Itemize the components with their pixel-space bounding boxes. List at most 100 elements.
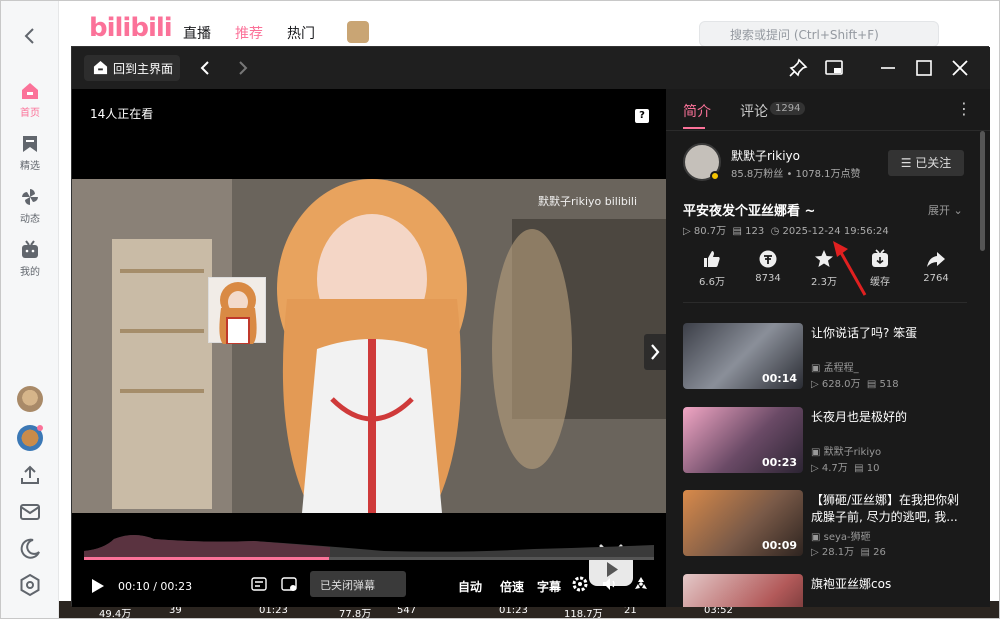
quality-button[interactable]: 自动 (458, 578, 482, 595)
rec-danmaku: 10 (866, 463, 880, 474)
annotation-arrow-icon (833, 241, 867, 296)
follow-button[interactable]: ☰ 已关注 (888, 150, 964, 176)
notification-dot (37, 425, 43, 431)
recommendation-thumbnail[interactable]: 00:14 (683, 323, 803, 389)
recommendation-title[interactable]: 【狮砸/亚丝娜】在我把你剁成臊子前, 尽力的逃吧, 我... (811, 492, 971, 526)
nav-forward-icon[interactable] (232, 58, 252, 78)
section-divider (683, 302, 967, 303)
mini-player-icon[interactable] (824, 58, 844, 78)
tv-icon (22, 240, 38, 258)
gear-icon[interactable] (571, 575, 589, 593)
recommendation-item[interactable]: 旗袍亚丝娜cos (683, 574, 973, 607)
time-separator: / (153, 580, 157, 593)
author-name: 孟程程_ (823, 363, 859, 374)
recommendation-thumbnail[interactable]: 00:09 (683, 490, 803, 556)
home-icon (22, 83, 38, 99)
back-icon[interactable] (21, 25, 39, 47)
channel-avatar[interactable] (347, 21, 369, 43)
pin-icon[interactable] (788, 58, 808, 78)
viewer-count: 14人正在看 (90, 107, 154, 121)
recommendation-stats: ▷ 628.0万 ▤ 518 (811, 375, 899, 390)
coin-button[interactable]: 8734 (746, 249, 790, 284)
upload-icon[interactable] (18, 463, 42, 487)
home-button[interactable]: 回到主界面 (84, 55, 180, 81)
user-avatar[interactable] (17, 386, 43, 412)
recommendation-item[interactable]: 00:23 长夜月也是极好的 ▣ 默默子rikiyo ▷ 4.7万 ▤ 10 (683, 407, 973, 475)
pinwheel-icon (22, 189, 38, 205)
uploader-name[interactable]: 默默子rikiyo (731, 147, 800, 164)
settings-icon[interactable] (18, 573, 42, 597)
danmaku-settings-icon[interactable] (280, 575, 298, 593)
home-button-label: 回到主界面 (113, 62, 174, 76)
cache-icon (872, 249, 888, 267)
minimize-icon[interactable] (878, 58, 898, 78)
nav-back-icon[interactable] (196, 58, 216, 78)
recommendation-thumbnail[interactable]: 00:23 (683, 407, 803, 473)
feed-stat: 49.4万 (99, 609, 132, 619)
heat-curve (84, 535, 654, 559)
volume-icon[interactable] (601, 575, 619, 593)
share-count: 2764 (923, 273, 949, 284)
panel-scrollbar[interactable] (980, 131, 985, 251)
bookmark-icon (23, 136, 37, 152)
sidebar-item-home[interactable]: 首页 (1, 81, 59, 119)
coin-icon (759, 250, 777, 268)
subtitle-button[interactable]: 字幕 (537, 578, 561, 595)
tab-intro[interactable]: 简介 (683, 101, 711, 121)
feed-stat: 118.7万 (564, 609, 603, 619)
author-name: seya-狮砸 (823, 532, 871, 543)
share-icon (927, 252, 945, 267)
sidebar-label: 动态 (20, 214, 40, 225)
chevron-right-icon (651, 344, 660, 360)
main-topbar: bilibili 直播 推荐 热门 搜索或提问 (Ctrl+Shift+F) (59, 1, 999, 47)
close-icon[interactable] (950, 58, 970, 78)
danmaku-input[interactable]: 已关闭弹幕 (310, 571, 406, 597)
tab-recommend[interactable]: 推荐 (235, 23, 263, 43)
share-button[interactable]: 2764 (914, 249, 958, 284)
play-icon[interactable] (88, 577, 106, 595)
tab-live[interactable]: 直播 (183, 23, 211, 43)
view-count: 80.7万 (693, 226, 727, 237)
fullscreen-icon[interactable] (632, 575, 650, 593)
sidebar-item-featured[interactable]: 精选 (1, 134, 59, 172)
sidebar-item-dynamic[interactable]: 动态 (1, 187, 59, 225)
recommendation-title[interactable]: 长夜月也是极好的 (811, 409, 971, 426)
tab-hot[interactable]: 热门 (287, 23, 315, 43)
video-duration: 00:09 (761, 539, 797, 552)
rec-views: 628.0万 (821, 379, 861, 390)
recommendation-title[interactable]: 让你说话了吗? 笨蛋 (811, 325, 971, 342)
help-icon[interactable]: ? (635, 109, 649, 123)
author-name: 默默子rikiyo (823, 447, 882, 458)
danmaku-count-icon: ▤ (866, 379, 877, 390)
sidebar-item-mine[interactable]: 我的 (1, 240, 59, 278)
panel-tabs: 简介 评论 1294 ⋮ (666, 89, 990, 131)
search-placeholder: 搜索或提问 (Ctrl+Shift+F) (730, 28, 879, 42)
recommendation-title[interactable]: 旗袍亚丝娜cos (811, 576, 971, 593)
moon-icon[interactable] (18, 537, 42, 561)
recommendation-thumbnail[interactable] (683, 574, 803, 607)
speed-button[interactable]: 倍速 (500, 578, 524, 595)
video-meta: ▷ 80.7万 ▤ 123 ◷ 2025-12-24 19:56:24 (683, 222, 889, 237)
rec-danmaku: 26 (873, 547, 886, 558)
bilibili-logo[interactable]: bilibili (89, 15, 173, 41)
tab-indicator (683, 127, 705, 129)
expand-button[interactable]: 展开 ⌄ (928, 202, 963, 218)
more-options-icon[interactable]: ⋮ (956, 101, 972, 117)
maximize-icon[interactable] (914, 58, 934, 78)
recommendation-item[interactable]: 00:14 让你说话了吗? 笨蛋 ▣ 孟程程_ ▷ 628.0万 ▤ 518 (683, 323, 973, 391)
verified-badge (710, 171, 720, 181)
like-button[interactable]: 6.6万 (690, 249, 734, 288)
mail-icon[interactable] (18, 500, 42, 524)
search-input[interactable]: 搜索或提问 (Ctrl+Shift+F) (699, 21, 939, 47)
like-count: 6.6万 (699, 277, 725, 288)
character-sticker (208, 277, 266, 345)
danmaku-toggle-icon[interactable] (250, 575, 268, 593)
next-video-button[interactable] (644, 334, 666, 370)
recommendation-item[interactable]: 00:09 【狮砸/亚丝娜】在我把你剁成臊子前, 尽力的逃吧, 我... ▣ s… (683, 490, 973, 558)
video-area[interactable]: 14人正在看 ? 默默子rikiyo bilibili 00:10 / 00:2… (72, 89, 666, 607)
video-frame[interactable]: 默默子rikiyo bilibili (72, 179, 666, 513)
video-watermark: 默默子rikiyo bilibili (538, 195, 638, 208)
tab-comments[interactable]: 评论 (740, 101, 768, 121)
rec-views: 4.7万 (821, 463, 848, 474)
video-duration: 00:23 (761, 456, 797, 469)
